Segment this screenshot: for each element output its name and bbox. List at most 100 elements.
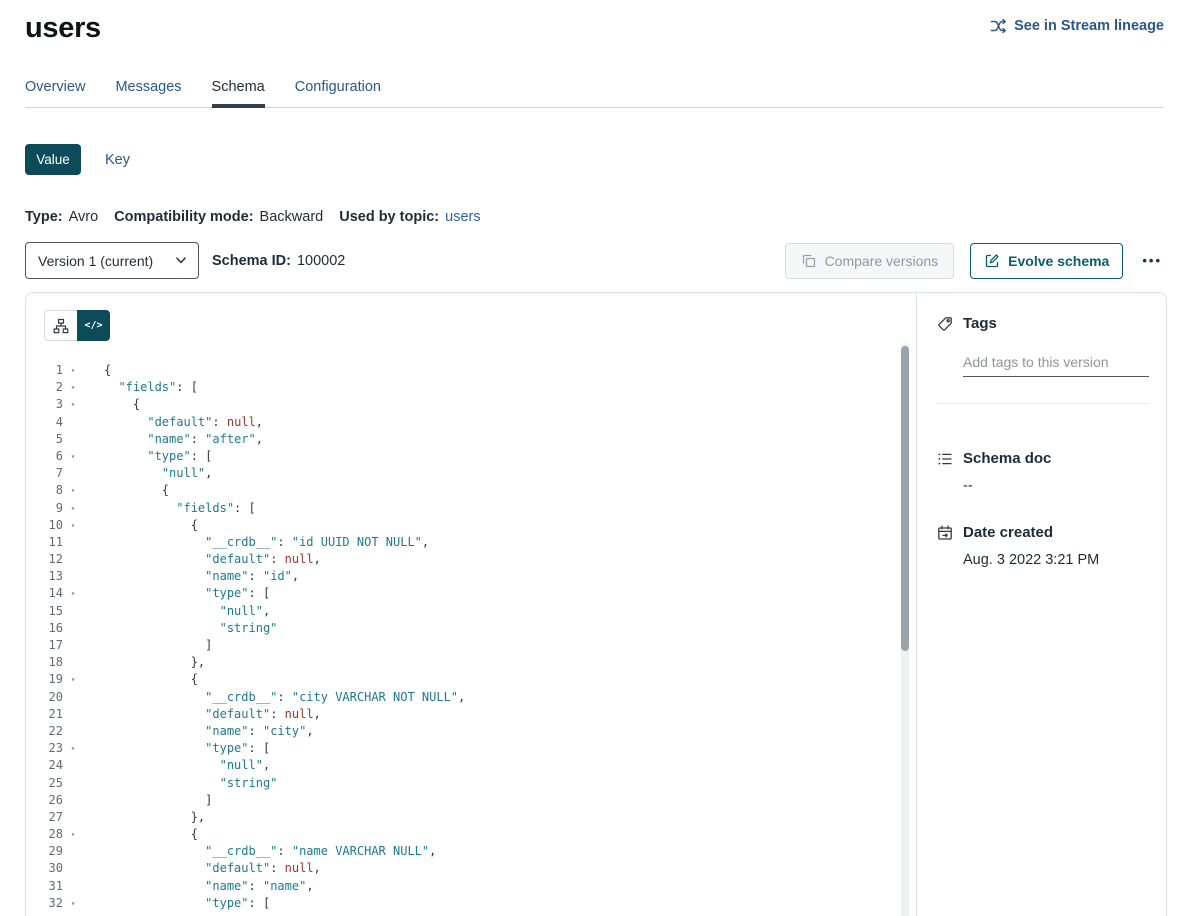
more-options-button[interactable]: ••• bbox=[1140, 249, 1164, 272]
value-key-toggle: Value Key bbox=[25, 144, 1164, 175]
fold-gutter-spacer bbox=[63, 706, 83, 723]
code-text: "null", bbox=[83, 465, 212, 482]
schema-id-value: 100002 bbox=[297, 253, 345, 269]
date-created-section: Date created Aug. 3 2022 3:21 PM bbox=[937, 524, 1148, 568]
tags-title: Tags bbox=[963, 315, 997, 332]
editor-scrollbar-thumb[interactable] bbox=[901, 346, 909, 651]
code-text: "fields": [ bbox=[83, 379, 198, 396]
line-number: 15 bbox=[26, 603, 63, 620]
topic-link[interactable]: users bbox=[445, 209, 480, 225]
code-line: 31 "name": "name", bbox=[26, 878, 916, 895]
code-line: 9▾ "fields": [ bbox=[26, 500, 916, 517]
fold-toggle-icon[interactable]: ▾ bbox=[63, 500, 83, 517]
editor-scrollbar-track[interactable] bbox=[901, 343, 909, 916]
stream-lineage-icon bbox=[990, 18, 1007, 34]
fold-gutter-spacer bbox=[63, 431, 83, 448]
page-title: users bbox=[25, 12, 101, 45]
fold-gutter-spacer bbox=[63, 809, 83, 826]
fold-toggle-icon[interactable]: ▾ bbox=[63, 396, 83, 413]
compatibility-label: Compatibility mode: bbox=[114, 209, 253, 225]
fold-gutter-spacer bbox=[63, 792, 83, 809]
code-text: "string" bbox=[83, 620, 277, 637]
version-select[interactable]: Version 1 (current) bbox=[25, 242, 199, 279]
code-text: "default": null, bbox=[83, 414, 263, 431]
code-line: 17 ] bbox=[26, 637, 916, 654]
code-line: 2▾ "fields": [ bbox=[26, 379, 916, 396]
fold-gutter-spacer bbox=[63, 603, 83, 620]
fold-gutter-spacer bbox=[63, 860, 83, 877]
sidebar-divider bbox=[937, 403, 1148, 404]
fold-toggle-icon[interactable]: ▾ bbox=[63, 379, 83, 396]
line-number: 23 bbox=[26, 740, 63, 757]
code-line: 32▾ "type": [ bbox=[26, 895, 916, 912]
fold-gutter-spacer bbox=[63, 637, 83, 654]
meta-type: Type: Avro bbox=[25, 209, 98, 225]
evolve-schema-button[interactable]: Evolve schema bbox=[970, 243, 1123, 279]
line-number: 20 bbox=[26, 689, 63, 706]
fold-toggle-icon[interactable]: ▾ bbox=[63, 895, 83, 912]
code-line: 24 "null", bbox=[26, 757, 916, 774]
line-number: 19 bbox=[26, 671, 63, 688]
schema-meta: Type: Avro Compatibility mode: Backward … bbox=[25, 209, 1164, 225]
fold-toggle-icon[interactable]: ▾ bbox=[63, 671, 83, 688]
tags-input[interactable] bbox=[963, 352, 1149, 377]
topbar: users See in Stream lineage bbox=[25, 12, 1164, 45]
code-text: "default": null, bbox=[83, 551, 321, 568]
schema-sidebar: Tags Schema doc -- bbox=[916, 293, 1166, 916]
code-text: "type": [ bbox=[83, 895, 270, 912]
fold-toggle-icon[interactable]: ▾ bbox=[63, 482, 83, 499]
code-text: "default": null, bbox=[83, 706, 321, 723]
line-number: 21 bbox=[26, 706, 63, 723]
line-number: 27 bbox=[26, 809, 63, 826]
code-text: "__crdb__": "id UUID NOT NULL", bbox=[83, 534, 429, 551]
code-line: 15 "null", bbox=[26, 603, 916, 620]
stream-lineage-link[interactable]: See in Stream lineage bbox=[990, 18, 1164, 34]
line-number: 22 bbox=[26, 723, 63, 740]
value-toggle-button[interactable]: Value bbox=[25, 144, 81, 175]
fold-toggle-icon[interactable]: ▾ bbox=[63, 740, 83, 757]
date-created-value: Aug. 3 2022 3:21 PM bbox=[963, 552, 1148, 568]
line-number: 30 bbox=[26, 860, 63, 877]
code-text: "null", bbox=[83, 603, 270, 620]
key-toggle-button[interactable]: Key bbox=[105, 152, 130, 168]
fold-gutter-spacer bbox=[63, 757, 83, 774]
schema-id: Schema ID: 100002 bbox=[212, 253, 345, 269]
tab-overview[interactable]: Overview bbox=[25, 79, 85, 107]
fold-gutter-spacer bbox=[63, 878, 83, 895]
edit-icon bbox=[984, 253, 1000, 269]
fold-gutter-spacer bbox=[63, 775, 83, 792]
line-number: 1 bbox=[26, 362, 63, 379]
code-view-button[interactable]: </> bbox=[77, 310, 110, 341]
compare-versions-button[interactable]: Compare versions bbox=[785, 243, 955, 279]
tab-schema[interactable]: Schema bbox=[212, 79, 265, 107]
fold-toggle-icon[interactable]: ▾ bbox=[63, 448, 83, 465]
compare-versions-label: Compare versions bbox=[825, 253, 939, 269]
fold-gutter-spacer bbox=[63, 465, 83, 482]
code-line: 7 "null", bbox=[26, 465, 916, 482]
code-line: 6▾ "type": [ bbox=[26, 448, 916, 465]
code-text: }, bbox=[83, 654, 205, 671]
line-number: 12 bbox=[26, 551, 63, 568]
schema-doc-value: -- bbox=[963, 478, 1148, 494]
fold-toggle-icon[interactable]: ▾ bbox=[63, 585, 83, 602]
line-number: 32 bbox=[26, 895, 63, 912]
line-number: 3 bbox=[26, 396, 63, 413]
fold-toggle-icon[interactable]: ▾ bbox=[63, 826, 83, 843]
schema-doc-title: Schema doc bbox=[963, 450, 1051, 467]
meta-compatibility: Compatibility mode: Backward bbox=[114, 209, 323, 225]
tree-view-button[interactable] bbox=[44, 310, 77, 341]
code-line: 13 "name": "id", bbox=[26, 568, 916, 585]
code-text: "name": "id", bbox=[83, 568, 299, 585]
tab-configuration[interactable]: Configuration bbox=[295, 79, 381, 107]
code-line: 20 "__crdb__": "city VARCHAR NOT NULL", bbox=[26, 689, 916, 706]
code-line: 3▾ { bbox=[26, 396, 916, 413]
tab-messages[interactable]: Messages bbox=[115, 79, 181, 107]
fold-toggle-icon[interactable]: ▾ bbox=[63, 517, 83, 534]
date-created-title: Date created bbox=[963, 524, 1053, 541]
code-line: 8▾ { bbox=[26, 482, 916, 499]
code-line: 1▾{ bbox=[26, 362, 916, 379]
fold-toggle-icon[interactable]: ▾ bbox=[63, 362, 83, 379]
code-line: 27 }, bbox=[26, 809, 916, 826]
line-number: 11 bbox=[26, 534, 63, 551]
code-text: }, bbox=[83, 809, 205, 826]
